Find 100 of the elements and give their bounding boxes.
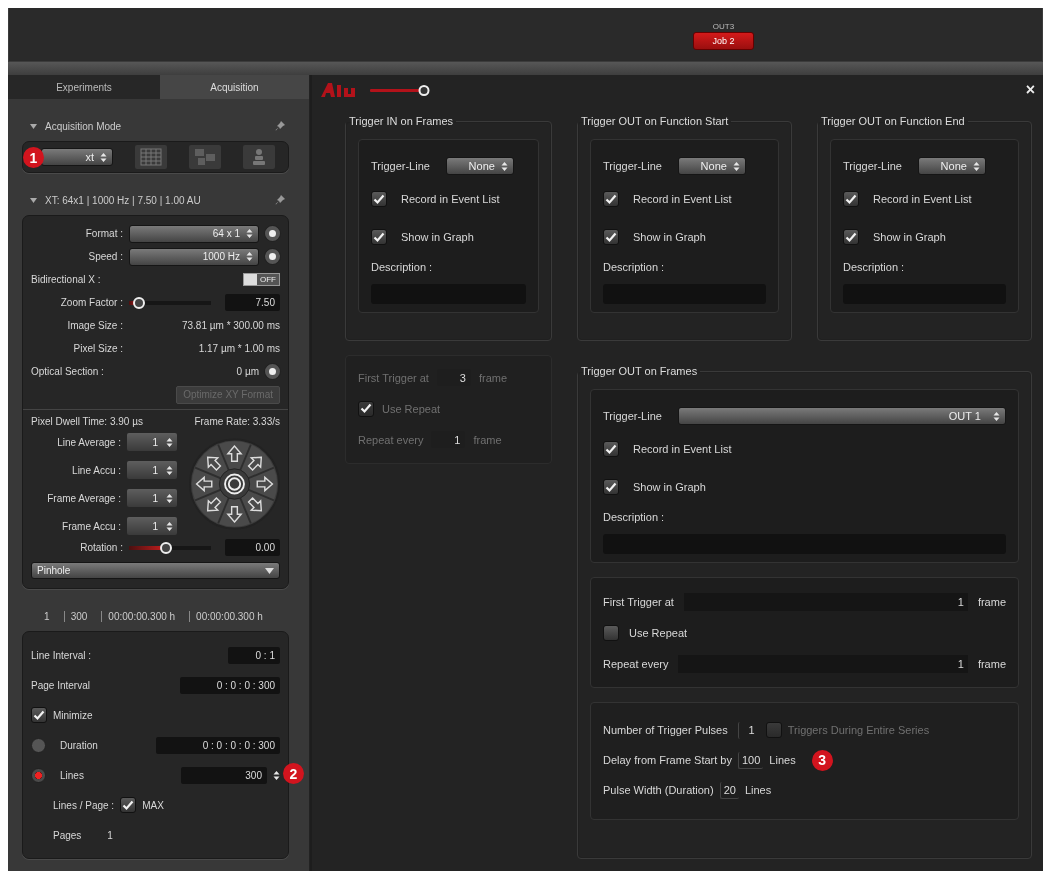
header-value: 1 <box>43 610 51 622</box>
field-label: Description : <box>371 261 433 273</box>
field-label: Format : <box>85 228 123 239</box>
round-button[interactable] <box>265 364 280 379</box>
dropdown[interactable]: Pinhole <box>31 562 280 579</box>
tiles-icon <box>194 148 216 166</box>
updown-icon <box>246 228 253 239</box>
unit-label: frame <box>473 433 502 446</box>
updown-icon <box>166 436 173 448</box>
field-label: First Trigger at <box>603 595 674 608</box>
info-text: Frame Rate: 3.33/s <box>194 415 280 427</box>
pin-icon[interactable] <box>275 195 285 205</box>
unit-label: Lines <box>744 784 772 796</box>
dropdown[interactable]: xt <box>41 148 113 166</box>
input-field[interactable]: 1 <box>737 721 760 739</box>
dropdown[interactable]: 1000 Hz <box>129 247 259 266</box>
spin-box[interactable]: 1 <box>127 489 177 507</box>
grid-icon <box>140 148 162 166</box>
field-label: Description : <box>843 261 905 273</box>
triangle-icon[interactable] <box>30 123 37 129</box>
checkbox-label: Record in Event List <box>633 443 732 455</box>
updown-icon <box>166 464 173 476</box>
dropdown[interactable]: None <box>677 157 746 175</box>
radio-button[interactable] <box>31 737 46 753</box>
round-button[interactable] <box>265 226 280 241</box>
radio-label: Lines <box>60 769 84 781</box>
field-label: Line Average : <box>57 436 121 448</box>
checkbox[interactable] <box>371 191 387 207</box>
toggle-switch[interactable]: OFF <box>243 273 280 286</box>
checkbox-label: Use Repeat <box>382 402 441 415</box>
checkbox-label: Show in Graph <box>401 231 474 243</box>
spin-box[interactable]: 1 <box>127 517 177 535</box>
spin-box[interactable]: 1 <box>127 461 177 479</box>
unit-label: frame <box>977 657 1006 670</box>
checkbox[interactable] <box>603 191 619 207</box>
input-field[interactable]: 0 : 0 : 0 : 0 : 300 <box>156 736 280 754</box>
updown-icon <box>732 160 740 172</box>
triangle-icon[interactable] <box>30 197 37 203</box>
input-field[interactable]: 0 : 1 <box>228 646 280 664</box>
field-label: Zoom Factor : <box>60 297 123 308</box>
checkbox[interactable] <box>371 229 387 245</box>
field-label: Description : <box>603 261 665 273</box>
dropdown[interactable]: None <box>445 157 514 175</box>
dropdown[interactable]: None <box>917 157 986 175</box>
dropdown[interactable]: OUT 1 <box>677 407 1006 425</box>
close-button[interactable]: × <box>1025 81 1035 99</box>
field-label: Trigger-Line <box>843 160 902 172</box>
field-label: Line Accu : <box>72 464 121 476</box>
header-value: 00:00:00.300 h <box>101 610 182 622</box>
checkbox[interactable] <box>843 229 859 245</box>
header-value: 00:00:00.300 h <box>189 610 269 622</box>
round-button[interactable] <box>265 249 280 264</box>
input-field[interactable]: 0 : 0 : 0 : 300 <box>180 676 280 694</box>
job-badge[interactable]: Job 2 <box>693 32 754 50</box>
input-field[interactable]: 300 <box>181 766 267 784</box>
field-label: Trigger-Line <box>603 160 662 172</box>
checkbox-label: Show in Graph <box>633 231 706 243</box>
stack-icon <box>250 148 268 166</box>
checkbox[interactable] <box>31 707 47 723</box>
slider-thumb[interactable] <box>159 541 172 554</box>
section-title: XT: 64x1 | 1000 Hz | 7.50 | 1.00 AU <box>45 194 201 206</box>
input-field[interactable]: 100 <box>738 751 764 769</box>
slider-thumb[interactable] <box>132 296 145 309</box>
pin-icon[interactable] <box>275 121 285 131</box>
checkbox[interactable] <box>603 479 619 495</box>
checkbox[interactable] <box>603 229 619 245</box>
field-label: Lines / Page : <box>53 799 115 811</box>
callout-badge: 1 <box>23 147 44 168</box>
field-label: Bidirectional X : <box>31 274 101 285</box>
checkbox-label: MAX <box>142 799 164 811</box>
input-field[interactable]: 0.00 <box>225 539 280 556</box>
field-value: 73.81 µm * 300.00 ms <box>181 320 280 331</box>
group-title: Trigger OUT on Function End <box>820 115 966 127</box>
input-field[interactable]: 7.50 <box>225 294 280 311</box>
dropdown[interactable]: 64 x 1 <box>129 224 259 243</box>
updown-icon <box>100 151 107 163</box>
field-label: Speed : <box>88 251 123 262</box>
field-label: Frame Average : <box>47 492 121 504</box>
checkbox[interactable] <box>843 191 859 207</box>
field-value: 1.17 µm * 1.00 ms <box>198 343 280 354</box>
checkbox-label: Record in Event List <box>633 193 732 205</box>
checkbox[interactable] <box>603 624 619 641</box>
spin-box[interactable]: 1 <box>127 433 177 451</box>
tab[interactable]: Experiments <box>8 75 160 99</box>
field-label: Trigger-Line <box>603 410 662 422</box>
checkbox[interactable] <box>603 441 619 457</box>
checkbox-label: Triggers During Entire Series <box>787 724 930 736</box>
tab[interactable]: Acquisition <box>160 75 309 99</box>
checkbox[interactable] <box>120 797 137 813</box>
input-field[interactable]: 1 <box>683 592 968 611</box>
field-label: Trigger-Line <box>371 160 430 172</box>
input-field[interactable]: 20 <box>719 781 739 799</box>
radio-button[interactable] <box>31 767 46 783</box>
input-field[interactable]: 1 <box>678 654 968 673</box>
field-label: Frame Accu : <box>62 520 121 532</box>
field-value: 1 <box>107 829 113 841</box>
field-label: Repeat every <box>603 657 669 670</box>
updown-icon <box>166 492 173 504</box>
output-label: OUT3 <box>712 22 735 31</box>
mode-button[interactable] <box>243 145 275 169</box>
